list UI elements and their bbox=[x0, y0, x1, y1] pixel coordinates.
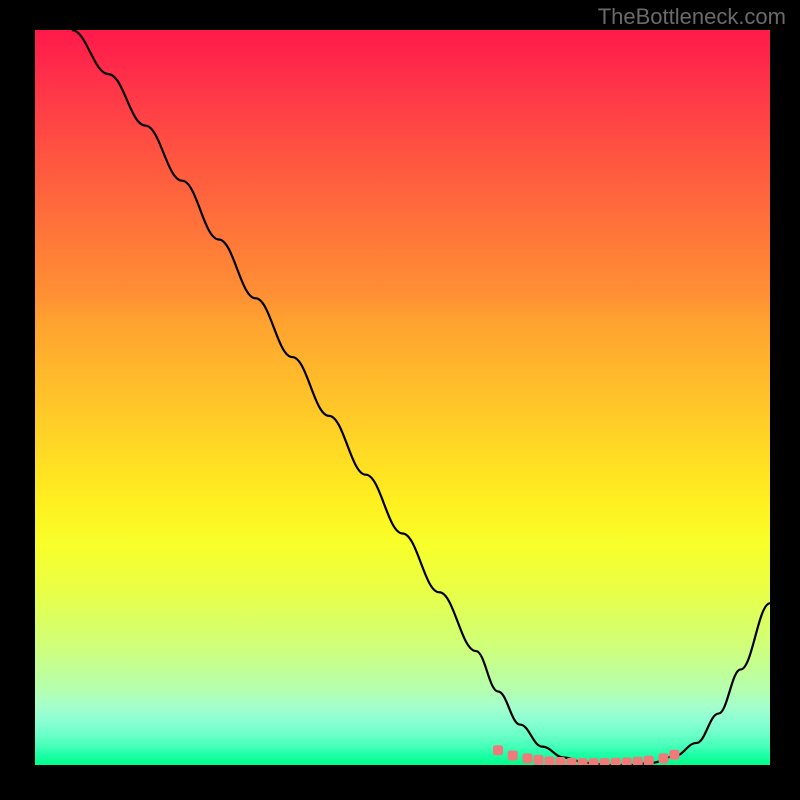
marker-dot bbox=[589, 758, 599, 765]
marker-dot bbox=[545, 756, 555, 765]
marker-dot bbox=[556, 757, 566, 765]
marker-dot bbox=[658, 753, 668, 763]
marker-dot bbox=[622, 757, 632, 765]
marker-dot bbox=[493, 745, 503, 755]
marker-dot bbox=[578, 758, 588, 765]
plot-area bbox=[35, 30, 770, 765]
chart-svg bbox=[35, 30, 770, 765]
marker-dot bbox=[600, 758, 610, 765]
marker-dot bbox=[508, 750, 518, 760]
marker-dot bbox=[644, 756, 654, 765]
marker-dot bbox=[533, 755, 543, 765]
marker-dot bbox=[611, 758, 621, 765]
optimal-zone-markers bbox=[493, 745, 679, 765]
marker-dot bbox=[669, 750, 679, 760]
bottleneck-curve bbox=[72, 30, 770, 765]
marker-dot bbox=[633, 757, 643, 765]
watermark-text: TheBottleneck.com bbox=[598, 4, 786, 30]
marker-dot bbox=[567, 758, 577, 765]
marker-dot bbox=[522, 753, 532, 763]
